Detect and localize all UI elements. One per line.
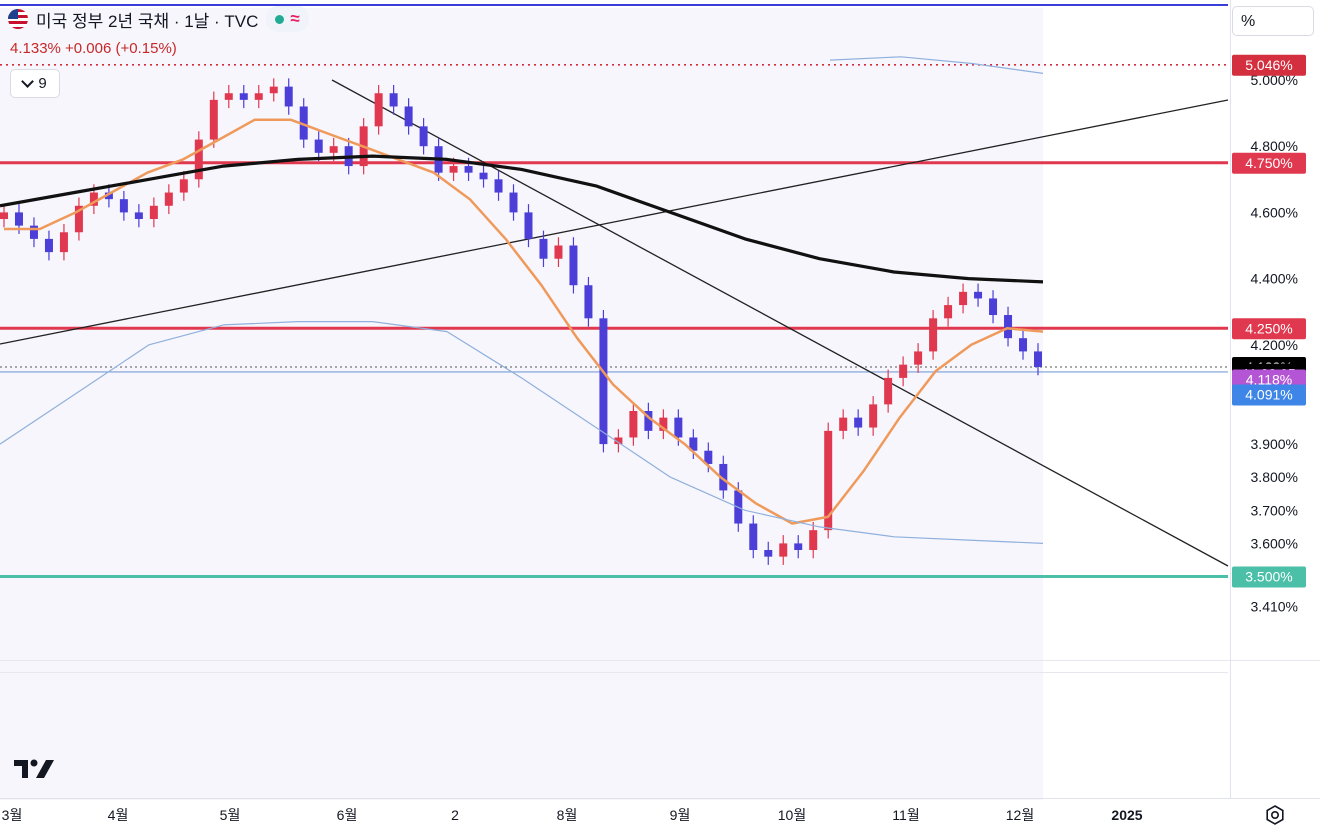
price-badge: 4.250% <box>1232 318 1306 340</box>
y-tick-label: 3.800% <box>1251 469 1298 485</box>
time-axis-border <box>0 798 1320 799</box>
x-tick-label: 4월 <box>108 807 129 823</box>
pane-separator <box>0 660 1320 661</box>
price-badge: 3.500% <box>1232 566 1306 588</box>
x-tick-label: 12월 <box>1006 807 1034 823</box>
price-chart[interactable]: 5.000%4.800%4.600%4.400%4.200%3.900%3.80… <box>0 0 1320 831</box>
price-badge: 4.750% <box>1232 152 1306 174</box>
chart-window: 5.000% 4.800% 4.600% 4.400% 4.200% 3.900% 3.80… <box>0 0 1320 831</box>
symbol-title[interactable]: 미국 정부 2년 국채 · 1날 · TVC <box>36 7 258 32</box>
x-tick-label: 9월 <box>670 807 691 823</box>
y-tick-label: 4.800% <box>1251 138 1298 154</box>
y-tick-label: 3.900% <box>1251 436 1298 452</box>
price-badge: 5.046% <box>1232 54 1306 76</box>
candle <box>569 237 578 294</box>
price-axis-border <box>1230 0 1231 798</box>
pane-separator <box>0 672 1228 673</box>
candle <box>824 422 833 539</box>
x-tick-label: 2 <box>451 807 459 823</box>
x-tick-label: 5월 <box>220 807 241 823</box>
settings-icon[interactable] <box>1264 804 1286 826</box>
indicator-count: 9 <box>38 75 47 92</box>
x-tick-label: 8월 <box>557 807 578 823</box>
indicators-toggle[interactable]: 9 <box>10 69 60 98</box>
svg-text:4.091%: 4.091% <box>1245 386 1292 402</box>
x-tick-label: 3월 <box>2 807 23 823</box>
y-tick-label: 3.600% <box>1251 535 1298 551</box>
y-tick-label: 3.700% <box>1251 502 1298 518</box>
price-change: 4.133% +0.006 (+0.15%) <box>10 40 177 57</box>
y-tick-label: 3.410% <box>1251 598 1298 614</box>
market-status-icon <box>275 14 285 24</box>
x-tick-label: 2025 <box>1111 807 1142 823</box>
svg-text:5.046%: 5.046% <box>1245 57 1292 73</box>
y-tick-label: 4.400% <box>1251 271 1298 287</box>
x-tick-label: 11월 <box>892 807 919 823</box>
svg-text:4.750%: 4.750% <box>1245 155 1292 171</box>
us-flag-icon <box>8 9 28 29</box>
status-pill[interactable]: ≈ <box>266 6 309 32</box>
x-tick-label: 6월 <box>337 807 358 823</box>
svg-text:3.500%: 3.500% <box>1245 569 1292 585</box>
candle <box>194 131 203 188</box>
tradingview-logo-icon[interactable] <box>14 758 56 780</box>
svg-text:4.250%: 4.250% <box>1245 320 1292 336</box>
scale-mode-button[interactable]: % <box>1232 6 1314 36</box>
price-badge: 4.091% <box>1232 384 1306 406</box>
chevron-down-icon <box>21 75 35 88</box>
x-tick-label: 10월 <box>778 807 806 823</box>
candle <box>209 91 218 148</box>
wave-icon: ≈ <box>290 9 300 28</box>
symbol-header[interactable]: 미국 정부 2년 국채 · 1날 · TVC ≈ <box>8 6 309 32</box>
y-tick-label: 4.600% <box>1251 204 1298 220</box>
